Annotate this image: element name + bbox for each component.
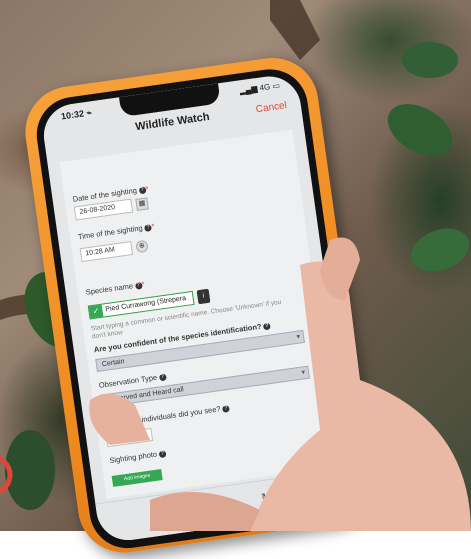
red-logo-fragment (0, 456, 13, 494)
hand (89, 237, 471, 531)
